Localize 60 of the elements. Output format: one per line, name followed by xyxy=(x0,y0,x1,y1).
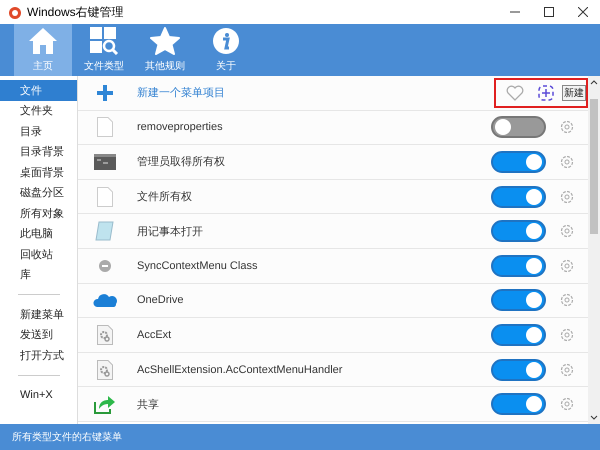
item-name: 管理员取得所有权 xyxy=(137,155,225,170)
app-icon xyxy=(8,5,22,19)
sidebar-item[interactable]: 回收站 xyxy=(0,244,77,264)
item-name: AccExt xyxy=(137,328,172,341)
console-icon xyxy=(94,154,116,170)
maximize-icon[interactable] xyxy=(544,7,554,17)
toolbar-tab[interactable]: 文件类型 xyxy=(75,24,133,76)
sidebar-item[interactable]: 打开方式 xyxy=(0,345,77,366)
home-icon xyxy=(28,27,58,55)
sidebar-item[interactable]: 目录 xyxy=(0,121,77,142)
cloud-icon xyxy=(93,292,117,308)
item-name: removeproperties xyxy=(137,121,223,134)
window-title: Windows右键管理 xyxy=(27,4,124,20)
item-name: 用记事本打开 xyxy=(137,224,203,239)
item-name: 共享 xyxy=(137,398,159,412)
document-icon xyxy=(97,117,113,138)
toggle-switch[interactable] xyxy=(491,150,546,173)
item-name: SyncContextMenu Class xyxy=(137,260,258,272)
item-name: OneDrive xyxy=(137,294,184,306)
info-icon xyxy=(211,27,241,55)
grid-search-icon xyxy=(89,27,119,55)
add-icon[interactable] xyxy=(538,84,554,101)
sidebar-item[interactable]: 文件 xyxy=(0,80,77,100)
toggle-switch[interactable] xyxy=(491,220,546,242)
item-name: 文件所有权 xyxy=(137,190,192,204)
tooltip: 新建 xyxy=(562,84,586,101)
sidebar-item[interactable]: 桌面背景 xyxy=(0,162,77,182)
sidebar-item[interactable]: 所有对象 xyxy=(0,203,77,224)
item-name: AcShellExtension.AcContextMenuHandler xyxy=(137,364,342,376)
toggle-switch[interactable] xyxy=(491,289,546,312)
toggle-switch[interactable] xyxy=(491,254,546,277)
document-icon xyxy=(97,186,113,207)
sidebar-item[interactable]: 目录背景 xyxy=(0,142,77,162)
star-icon xyxy=(150,27,180,55)
gear-document-icon xyxy=(97,324,113,345)
toggle-switch[interactable] xyxy=(491,358,546,381)
status-bar: 所有类型文件的右键菜单 xyxy=(0,424,600,450)
close-icon[interactable] xyxy=(578,7,588,17)
share-icon xyxy=(94,394,116,414)
scrollbar[interactable] xyxy=(588,76,600,424)
sidebar-item[interactable]: 新建菜单 xyxy=(0,304,77,324)
toolbar-tab[interactable]: 关于 xyxy=(197,24,255,76)
scroll-up-icon[interactable] xyxy=(590,79,598,85)
sidebar-item[interactable]: Win+X xyxy=(0,384,77,405)
gear-document-icon xyxy=(97,360,113,380)
toggle-switch[interactable] xyxy=(491,393,546,416)
new-item-link[interactable]: 新建一个菜单项目 xyxy=(137,85,225,100)
plus-icon xyxy=(97,84,113,101)
sidebar-item[interactable]: 发送到 xyxy=(0,324,77,345)
toggle-switch[interactable] xyxy=(491,186,546,208)
sidebar-item[interactable]: 文件夹 xyxy=(0,100,77,121)
sidebar-item[interactable]: 磁盘分区 xyxy=(0,182,77,203)
minus-circle-icon xyxy=(99,260,111,272)
toggle-switch[interactable] xyxy=(491,324,546,346)
toolbar-tab[interactable]: 其他规则 xyxy=(136,24,194,76)
toggle-switch[interactable] xyxy=(491,116,546,138)
scroll-down-icon[interactable] xyxy=(590,415,598,421)
sidebar-item[interactable]: 库 xyxy=(0,264,77,285)
sidebar-item[interactable]: 此电脑 xyxy=(0,224,77,244)
notepad-icon xyxy=(95,221,115,242)
